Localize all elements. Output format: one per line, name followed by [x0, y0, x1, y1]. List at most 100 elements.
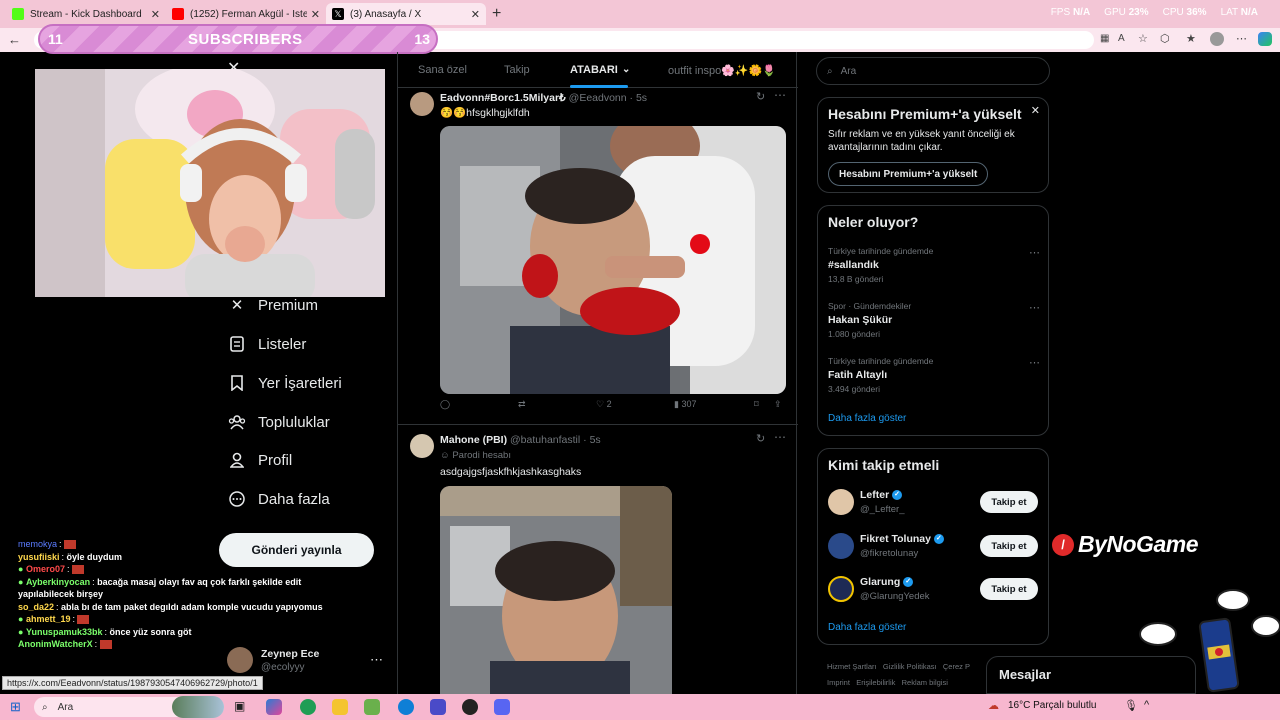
profile-avatar-icon[interactable] [1210, 32, 1224, 46]
app-icon[interactable] [430, 699, 446, 715]
follow-name-row[interactable]: Fikret Tolunay ✓ [860, 533, 944, 545]
favorites-icon[interactable]: ★ [1186, 32, 1196, 45]
tweet-handle: @Eeadvonn [568, 92, 627, 104]
follow-name-row[interactable]: Glarung ✓ [860, 576, 914, 588]
copilot-icon[interactable] [1258, 32, 1272, 46]
tab-title: (1252) Ferman Akgül - İstemem Sö [190, 8, 307, 20]
nav-item-more[interactable]: Daha fazla [228, 487, 330, 511]
edge-icon[interactable] [398, 699, 414, 715]
copilot-app-icon[interactable] [266, 699, 282, 715]
menu-icon[interactable]: ⋯ [1236, 32, 1247, 45]
trend-context: Türkiye tarihinde gündemde [828, 356, 934, 366]
nav-item-bookmarks[interactable]: Yer İşaretleri [228, 371, 342, 395]
nav-label: Yer İşaretleri [258, 374, 342, 392]
cpu-label: CPU [1162, 7, 1184, 18]
trend-item[interactable]: Türkiye tarihinde gündemde #sallandık 13… [828, 246, 1040, 284]
search-input[interactable]: ⌕ Ara [816, 57, 1050, 85]
file-explorer-icon[interactable] [332, 699, 348, 715]
premium-upgrade-button[interactable]: Hesabını Premium+'a yükselt [828, 162, 989, 186]
nav-item-communities[interactable]: Topluluklar [228, 410, 330, 434]
follow-button[interactable]: Takip et [980, 578, 1038, 600]
tweet-image[interactable] [440, 486, 672, 694]
follow-show-more-link[interactable]: Daha fazla göster [828, 622, 906, 633]
follow-name: Lefter [860, 489, 890, 501]
account-avatar[interactable] [227, 647, 253, 673]
follow-button[interactable]: Takip et [980, 491, 1038, 513]
search-icon: ⌕ [42, 701, 48, 713]
footer-link[interactable]: Gizlilik Politikası [883, 662, 937, 671]
tab-x-home[interactable]: 𝕏 (3) Anasayfa / X ✕ [326, 3, 486, 25]
new-tab-icon[interactable]: + [492, 5, 501, 23]
weather-text: 16°C Parçalı bulutlu [1008, 700, 1097, 711]
nav-item-lists[interactable]: Listeler [228, 332, 306, 356]
follow-button[interactable]: Takip et [980, 535, 1038, 557]
tab-for-you[interactable]: Sana özel [418, 64, 467, 76]
reader-icon[interactable]: ▦ [1100, 33, 1109, 44]
tweet-avatar[interactable] [410, 434, 434, 458]
chevron-down-icon[interactable]: ⌄ [622, 64, 630, 75]
grok-icon[interactable]: ↻ [756, 90, 765, 103]
footer-link[interactable]: Reklam bilgisi [902, 678, 948, 687]
extensions-icon[interactable]: ⬡ [1160, 32, 1170, 45]
trend-more-icon[interactable]: ⋯ [1029, 356, 1040, 369]
favorite-star-icon[interactable]: ☆ [1138, 32, 1148, 45]
share-icon[interactable]: ⇪ [774, 399, 782, 410]
footer-link[interactable]: Çerez P [943, 662, 970, 671]
footer-link[interactable]: Hizmet Şartları [827, 662, 877, 671]
tweet-author[interactable]: Eadvonn#Borc1.5Milyar₺ @Eeadvonn · 5s [440, 92, 647, 104]
task-view-icon[interactable]: ▣ [234, 699, 245, 713]
tweet-avatar[interactable] [410, 92, 434, 116]
follow-avatar[interactable] [828, 576, 854, 602]
discord-icon[interactable] [494, 699, 510, 715]
who-to-follow-card: Kimi takip etmeli Lefter ✓ @_Lefter_ Tak… [817, 448, 1049, 645]
follow-avatar[interactable] [828, 489, 854, 515]
tweet-more-icon[interactable]: ⋯ [774, 430, 786, 444]
tab-outfit-inspo[interactable]: outfit inspo🌸✨🌼🌷 [668, 64, 776, 77]
trend-more-icon[interactable]: ⋯ [1029, 246, 1040, 259]
follow-handle: @GlarungYedek [860, 591, 930, 602]
grok-icon[interactable]: ↻ [756, 432, 765, 445]
webcam-image [35, 69, 385, 297]
account-more-icon[interactable]: ⋯ [370, 652, 383, 668]
premium-title: Hesabını Premium+'a yükselt [828, 106, 1022, 122]
chat-message: ● ahmett_19: [18, 613, 348, 626]
reply-icon[interactable]: ◯ [440, 399, 450, 410]
read-aloud-icon[interactable]: A [1118, 33, 1125, 44]
follow-name-row[interactable]: Lefter ✓ [860, 489, 903, 501]
close-icon[interactable]: ✕ [311, 8, 320, 21]
close-icon[interactable]: ✕ [1031, 104, 1040, 117]
like-action[interactable]: ♡ 2 [596, 399, 612, 410]
trends-show-more-link[interactable]: Daha fazla göster [828, 413, 906, 424]
tweet-more-icon[interactable]: ⋯ [774, 88, 786, 102]
tab-following[interactable]: Takip [504, 64, 530, 76]
tray-chevron-icon[interactable]: ^ [1144, 699, 1149, 711]
trend-more-icon[interactable]: ⋯ [1029, 301, 1040, 314]
nav-item-premium[interactable]: ✕ Premium [228, 293, 318, 317]
back-icon[interactable]: ← [8, 32, 21, 47]
chrome-icon[interactable] [300, 699, 316, 715]
tab-kick-dashboard[interactable]: Stream - Kick Dashboard ✕ [6, 3, 166, 25]
obs-icon[interactable] [462, 699, 478, 715]
bookmark-icon[interactable]: ⌑ [754, 399, 759, 410]
views-action[interactable]: ▮ 307 [674, 399, 697, 410]
footer-link[interactable]: Imprint [827, 678, 850, 687]
tweet-author[interactable]: Mahone (PBI) @batuhanfastil · 5s [440, 434, 601, 446]
chat-user: Ayberkinyocan [25, 576, 91, 587]
trend-item[interactable]: Türkiye tarihinde gündemde Fatih Altaylı… [828, 356, 1040, 394]
tweet-image[interactable] [440, 126, 786, 394]
footer-link[interactable]: Erişilebilirlik [856, 678, 895, 687]
close-icon[interactable]: ✕ [471, 8, 480, 21]
follow-avatar[interactable] [828, 533, 854, 559]
follow-name: Glarung [860, 576, 901, 588]
trend-item[interactable]: Spor · Gündemdekiler Hakan Şükür 1.080 g… [828, 301, 1040, 339]
tweet-handle: @batuhanfastil [510, 434, 581, 446]
close-icon[interactable]: ✕ [151, 8, 160, 21]
mic-icon[interactable]: 🎙 [1124, 699, 1138, 712]
tab-youtube[interactable]: (1252) Ferman Akgül - İstemem Sö ✕ [166, 3, 326, 25]
chat-message: AnonimWatcherX: [18, 638, 348, 651]
windows-start-icon[interactable]: ⊞ [10, 699, 21, 715]
app-icon[interactable] [364, 699, 380, 715]
nav-item-profile[interactable]: Profil [228, 448, 292, 472]
tab-atabari[interactable]: ATABARI [570, 64, 618, 76]
retweet-icon[interactable]: ⇄ [518, 399, 526, 410]
